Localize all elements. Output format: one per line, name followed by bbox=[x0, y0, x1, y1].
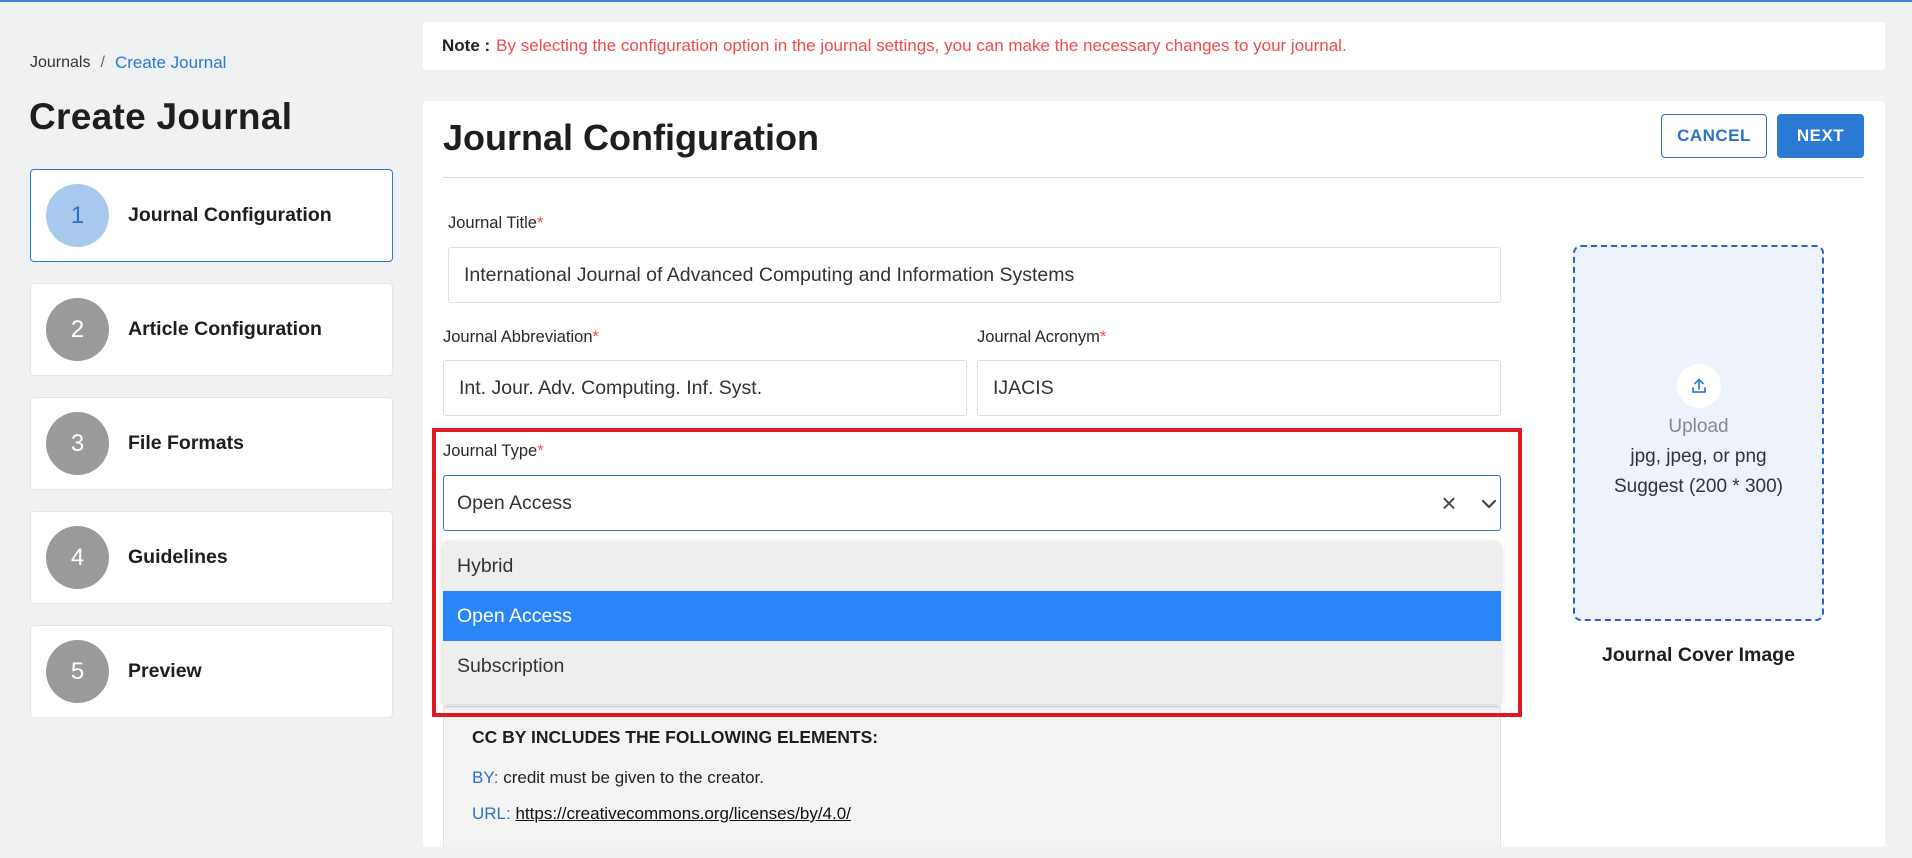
breadcrumb-current: Create Journal bbox=[114, 53, 227, 72]
upload-formats: jpg, jpeg, or png bbox=[1630, 446, 1767, 467]
step-number-badge: 4 bbox=[46, 526, 109, 589]
breadcrumb-journals-link[interactable]: Journals bbox=[30, 54, 90, 72]
breadcrumb: Journals / Create Journal bbox=[30, 53, 226, 73]
journal-type-dropdown: Hybrid Open Access Subscription bbox=[443, 541, 1501, 704]
journal-type-value: Open Access bbox=[457, 491, 572, 514]
required-mark: * bbox=[592, 328, 599, 346]
next-button[interactable]: NEXT bbox=[1777, 114, 1864, 158]
journal-title-label-text: Journal Title bbox=[448, 214, 537, 232]
journal-abbreviation-label: Journal Abbreviation* bbox=[443, 328, 599, 347]
journal-abbreviation-input[interactable]: Int. Jour. Adv. Computing. Inf. Syst. bbox=[443, 360, 967, 416]
page-title: Create Journal bbox=[29, 96, 293, 137]
breadcrumb-separator: / bbox=[100, 54, 105, 71]
chevron-down-icon[interactable] bbox=[1477, 490, 1501, 518]
journal-title-label: Journal Title* bbox=[448, 214, 543, 233]
journal-type-label: Journal Type* bbox=[443, 442, 544, 461]
journal-abbreviation-label-text: Journal Abbreviation bbox=[443, 328, 593, 346]
option-hybrid[interactable]: Hybrid bbox=[443, 541, 1501, 591]
upload-icon bbox=[1676, 364, 1721, 408]
step-number-badge: 2 bbox=[46, 298, 109, 361]
step-article-configuration[interactable]: 2 Article Configuration bbox=[30, 283, 393, 376]
cover-image-upload[interactable]: Upload jpg, jpeg, or png Suggest (200 * … bbox=[1573, 245, 1824, 621]
step-preview[interactable]: 5 Preview bbox=[30, 625, 393, 718]
note-text: By selecting the configuration option in… bbox=[496, 36, 1347, 55]
journal-configuration-card: Journal Configuration CANCEL NEXT Journa… bbox=[423, 101, 1885, 847]
note-banner: Note : By selecting the configuration op… bbox=[423, 22, 1885, 70]
journal-title-input[interactable]: International Journal of Advanced Comput… bbox=[448, 247, 1501, 303]
step-number-badge: 3 bbox=[46, 412, 109, 475]
journal-acronym-input[interactable]: IJACIS bbox=[977, 360, 1501, 416]
upload-size-suggestion: Suggest (200 * 300) bbox=[1613, 476, 1783, 497]
required-mark: * bbox=[537, 442, 544, 460]
license-url-key: URL: bbox=[472, 804, 511, 823]
section-title: Journal Configuration bbox=[443, 117, 819, 158]
option-open-access[interactable]: Open Access bbox=[443, 591, 1501, 641]
cover-image-caption: Journal Cover Image bbox=[1602, 644, 1795, 666]
step-label: Journal Configuration bbox=[128, 204, 332, 226]
required-mark: * bbox=[1099, 328, 1107, 346]
cancel-button[interactable]: CANCEL bbox=[1661, 114, 1767, 158]
license-url-line: URL: https://creativecommons.org/license… bbox=[472, 804, 851, 824]
license-info-panel: CC BY INCLUDES THE FOLLOWING ELEMENTS: B… bbox=[443, 706, 1501, 847]
step-label: Guidelines bbox=[128, 546, 228, 568]
clear-icon[interactable]: × bbox=[1434, 487, 1464, 519]
license-by-line: BY: credit must be given to the creator. bbox=[472, 768, 764, 788]
license-heading: CC BY INCLUDES THE FOLLOWING ELEMENTS: bbox=[472, 727, 879, 747]
step-number-badge: 1 bbox=[46, 184, 109, 247]
journal-acronym-label: Journal Acronym* bbox=[977, 328, 1106, 347]
step-number-badge: 5 bbox=[46, 640, 109, 703]
step-label: Preview bbox=[128, 660, 202, 682]
license-by-text: credit must be given to the creator. bbox=[503, 768, 765, 787]
journal-type-label-text: Journal Type bbox=[443, 442, 538, 460]
step-label: Article Configuration bbox=[128, 318, 322, 340]
license-by-key: BY: bbox=[472, 768, 499, 787]
top-accent-line bbox=[0, 0, 1912, 2]
step-file-formats[interactable]: 3 File Formats bbox=[30, 397, 393, 490]
step-label: File Formats bbox=[128, 432, 244, 454]
stepper: 1 Journal Configuration 2 Article Config… bbox=[30, 169, 393, 739]
option-subscription[interactable]: Subscription bbox=[443, 641, 1501, 691]
journal-type-select[interactable]: Open Access × bbox=[443, 475, 1501, 531]
header-divider bbox=[443, 177, 1864, 178]
step-guidelines[interactable]: 4 Guidelines bbox=[30, 511, 393, 604]
required-mark: * bbox=[536, 214, 544, 232]
journal-acronym-label-text: Journal Acronym bbox=[977, 328, 1100, 346]
step-journal-configuration[interactable]: 1 Journal Configuration bbox=[30, 169, 393, 262]
upload-title: Upload bbox=[1668, 416, 1729, 437]
note-label: Note : bbox=[442, 36, 491, 55]
license-url-link[interactable]: https://creativecommons.org/licenses/by/… bbox=[515, 804, 850, 823]
